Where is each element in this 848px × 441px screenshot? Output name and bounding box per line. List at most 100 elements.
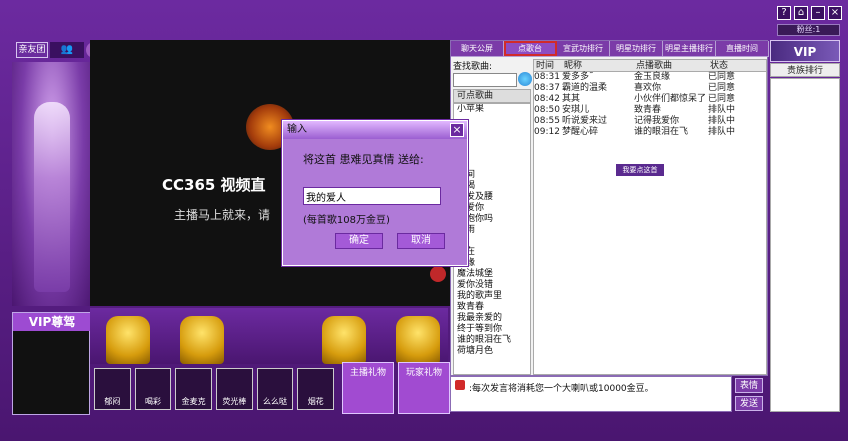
table-cell: 排队中 bbox=[708, 127, 736, 137]
modal-title: 输入 bbox=[283, 121, 467, 139]
list-item[interactable]: 终于等到你 bbox=[454, 324, 530, 335]
gift-glowstick[interactable]: 荧光棒 bbox=[216, 368, 253, 410]
vip-logo: VIP bbox=[770, 40, 840, 62]
table-row[interactable]: 08:55 听说爱来过 记得我爱你 排队中 bbox=[534, 116, 766, 127]
gift-mic[interactable]: 金麦克 bbox=[175, 368, 213, 410]
table-header: 时间 昵称 点播歌曲 状态 bbox=[534, 60, 766, 72]
modal-text: 将这首 患难见真情 送给: bbox=[303, 153, 424, 166]
list-item[interactable]: 小苹果 bbox=[454, 104, 530, 115]
host-gift-box[interactable]: 主播礼物 bbox=[342, 362, 394, 414]
people-icon: 👥 bbox=[50, 42, 84, 58]
table-cell: 霸道的温柔 bbox=[562, 83, 608, 93]
cancel-button[interactable]: 取消 bbox=[397, 233, 445, 249]
dedicate-modal: 输入 × 将这首 患难见真情 送给: (每首歌108万金豆) 确定 取消 bbox=[282, 120, 468, 266]
tab-rank-1[interactable]: 宣武功排行 bbox=[557, 41, 610, 56]
table-cell: 已同意 bbox=[708, 83, 736, 93]
confirm-button[interactable]: 确定 bbox=[335, 233, 383, 249]
gift-label: 荧光棒 bbox=[222, 397, 247, 406]
table-cell: 08:50 bbox=[534, 105, 560, 115]
gift-label: 郁闷 bbox=[104, 397, 121, 406]
table-cell: 安琪儿 bbox=[562, 105, 590, 115]
player-gift-label: 玩家礼物 bbox=[405, 368, 442, 378]
video-brand: CC365 视频直 bbox=[162, 176, 266, 194]
table-row[interactable]: 09:12 梦醒心碎 谁的眼泪在飞 排队中 bbox=[534, 127, 766, 138]
song-panel: 聊天公屏 点歌台 宣武功排行 明星功排行 明星主播排行 直播时间 查找歌曲: 可… bbox=[450, 40, 769, 376]
table-row[interactable]: 08:50 安琪儿 致青春 排队中 bbox=[534, 105, 766, 116]
app: ? ⌂ – × 粉丝:1 亲友团 👥 CC365 视频直 主播马上就来，请 VI… bbox=[0, 0, 848, 441]
video-subtitle: 主播马上就来，请 bbox=[174, 208, 271, 222]
gift-label: 烟花 bbox=[307, 397, 324, 406]
friend-button[interactable]: 亲友团 bbox=[16, 42, 48, 58]
song-hint: 我要点这首 bbox=[616, 164, 664, 176]
gift-row bbox=[90, 308, 448, 364]
chat-tip: :每次发言将消耗您一个大喇叭或10000金豆。 bbox=[469, 384, 654, 394]
list-item[interactable]: 爱你没错 bbox=[454, 280, 530, 291]
skin-button[interactable]: ⌂ bbox=[794, 6, 808, 20]
table-cell: 09:12 bbox=[534, 127, 560, 137]
gift-cheer[interactable]: 喝彩 bbox=[134, 368, 172, 410]
table-row[interactable]: 08:31 爱多多˜ 金玉良缘 已同意 bbox=[534, 72, 766, 83]
table-cell: 已同意 bbox=[708, 72, 736, 82]
tab-rank-3[interactable]: 明星主播排行 bbox=[663, 41, 716, 56]
left-panel: 亲友团 👥 bbox=[12, 40, 104, 308]
search-icon[interactable] bbox=[518, 72, 532, 86]
gift-kiss[interactable]: 么么哒 bbox=[256, 368, 294, 410]
list-item[interactable]: 谁的眼泪在飞 bbox=[454, 335, 530, 346]
gift-firework[interactable]: 烟花 bbox=[297, 368, 335, 410]
table-cell: 听说爱来过 bbox=[562, 116, 608, 126]
speaker-icon bbox=[455, 380, 465, 390]
help-button[interactable]: ? bbox=[777, 6, 791, 20]
chair-icon bbox=[396, 316, 440, 364]
list-item[interactable]: 魔法城堡 bbox=[454, 269, 530, 280]
table-cell: 梦醒心碎 bbox=[562, 127, 599, 137]
table-cell: 已同意 bbox=[708, 94, 736, 104]
table-cell: 08:31 bbox=[534, 72, 560, 82]
chair-icon bbox=[322, 316, 366, 364]
col-song: 点播歌曲 bbox=[636, 61, 673, 71]
table-row[interactable]: 08:42 其其 小伙伴们都惊呆了 已同意 bbox=[534, 94, 766, 105]
tabs: 聊天公屏 点歌台 宣武功排行 明星功排行 明星主播排行 直播时间 bbox=[451, 41, 769, 57]
close-icon[interactable]: × bbox=[450, 123, 464, 137]
rank-label: 贵族排行 bbox=[770, 63, 840, 77]
table-rows: 08:31 爱多多˜ 金玉良缘 已同意 08:37 霸道的温柔 喜欢你 已同意 08:42 其其小… bbox=[534, 72, 766, 138]
chat-bar: :每次发言将消耗您一个大喇叭或10000金豆。 bbox=[450, 376, 732, 412]
search-label: 查找歌曲: bbox=[453, 62, 493, 72]
table-row[interactable]: 08:37 霸道的温柔 喜欢你 已同意 bbox=[534, 83, 766, 94]
table-cell: 其其 bbox=[562, 94, 581, 104]
tab-live-time[interactable]: 直播时间 bbox=[716, 41, 769, 56]
col-nickname: 昵称 bbox=[564, 61, 583, 71]
hostess-image bbox=[12, 62, 92, 306]
list-item[interactable]: 荷塘月色 bbox=[454, 346, 530, 357]
emoji-button[interactable]: 表情 bbox=[735, 378, 763, 393]
table-cell: 爱多多˜ bbox=[562, 72, 594, 82]
gift-sad[interactable]: 郁闷 bbox=[94, 368, 131, 410]
table-cell: 08:42 bbox=[534, 94, 560, 104]
send-button[interactable]: 发送 bbox=[735, 396, 763, 411]
song-section-title: 可点歌曲 bbox=[453, 89, 531, 103]
table-cell: 排队中 bbox=[708, 105, 736, 115]
close-button[interactable]: × bbox=[828, 6, 842, 20]
table-cell: 喜欢你 bbox=[634, 83, 662, 93]
tab-chat[interactable]: 聊天公屏 bbox=[451, 41, 504, 56]
fans-count: 粉丝:1 bbox=[777, 24, 840, 36]
tab-song[interactable]: 点歌台 bbox=[504, 41, 557, 56]
list-item[interactable]: 我最亲爱的 bbox=[454, 313, 530, 324]
side-buttons: 表情 发送 bbox=[735, 378, 763, 412]
gift-label: 喝彩 bbox=[145, 397, 161, 406]
search-input[interactable] bbox=[453, 73, 517, 87]
vip-title: VIP尊驾 bbox=[13, 313, 91, 331]
hostess-figure bbox=[34, 102, 70, 292]
table-cell: 08:55 bbox=[534, 116, 560, 126]
tab-rank-2[interactable]: 明星功排行 bbox=[610, 41, 663, 56]
modal-hint: (每首歌108万金豆) bbox=[303, 215, 390, 226]
chair-icon bbox=[106, 316, 150, 364]
recipient-input[interactable] bbox=[303, 187, 441, 205]
rose-icon bbox=[430, 266, 446, 282]
player-gift-box[interactable]: 玩家礼物 bbox=[398, 362, 450, 414]
table-cell: 排队中 bbox=[708, 116, 736, 126]
minimize-button[interactable]: – bbox=[811, 6, 825, 20]
rank-panel bbox=[770, 78, 840, 412]
list-item[interactable]: 致青春 bbox=[454, 302, 530, 313]
gift-strip: 郁闷 喝彩 金麦克 荧光棒 么么哒 烟花 bbox=[90, 364, 338, 414]
list-item[interactable]: 我的歌声里 bbox=[454, 291, 530, 302]
